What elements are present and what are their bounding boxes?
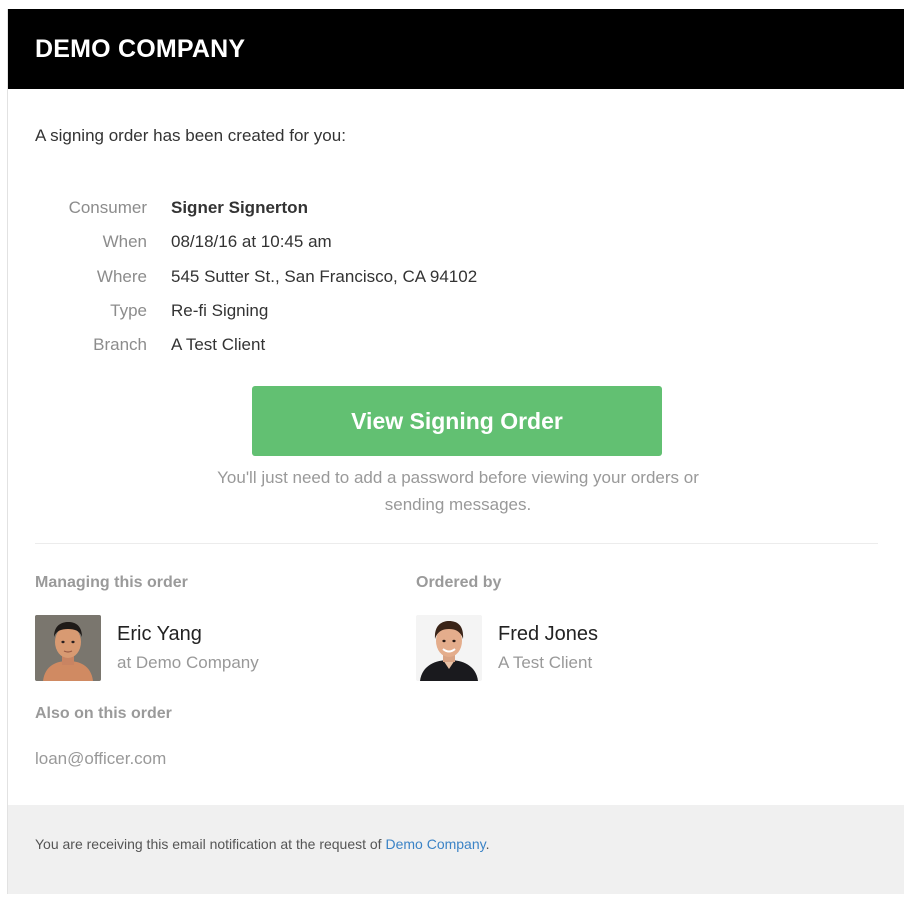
manager-name: Eric Yang bbox=[117, 623, 202, 645]
manager-avatar bbox=[35, 615, 101, 681]
footer-prefix: You are receiving this email notificatio… bbox=[35, 836, 386, 852]
view-signing-order-button[interactable]: View Signing Order bbox=[252, 386, 662, 456]
managing-heading: Managing this order bbox=[35, 574, 188, 591]
detail-label: Type bbox=[110, 301, 147, 321]
detail-value: 08/18/16 at 10:45 am bbox=[171, 232, 332, 252]
orderer-name: Fred Jones bbox=[498, 623, 599, 645]
detail-label: When bbox=[102, 232, 147, 252]
email-card: DEMO COMPANY A signing order has been cr… bbox=[7, 9, 904, 894]
demo-company-link[interactable]: Demo Company bbox=[385, 836, 485, 852]
also-on-order-heading: Also on this order bbox=[35, 705, 172, 722]
detail-row-where: Where 545 Sutter St., San Francisco, CA … bbox=[35, 260, 477, 294]
footer-message: You are receiving this email notificatio… bbox=[35, 836, 489, 852]
detail-row-when: When 08/18/16 at 10:45 am bbox=[35, 225, 477, 259]
ordered-by-heading: Ordered by bbox=[416, 574, 502, 591]
manager-company: at Demo Company bbox=[117, 653, 259, 672]
orderer-company: A Test Client bbox=[498, 653, 593, 672]
orderer-card: Fred Jones A Test Client bbox=[416, 615, 598, 681]
intro-text: A signing order has been created for you… bbox=[35, 126, 346, 145]
email-header: DEMO COMPANY bbox=[8, 9, 904, 89]
detail-value: Signer Signerton bbox=[171, 198, 308, 218]
company-name: DEMO COMPANY bbox=[35, 34, 246, 63]
footer-suffix: . bbox=[485, 836, 490, 852]
detail-value: Re-fi Signing bbox=[171, 301, 269, 321]
email-footer: You are receiving this email notificatio… bbox=[8, 805, 904, 894]
orderer-avatar bbox=[416, 615, 482, 681]
manager-card: Eric Yang at Demo Company bbox=[35, 615, 259, 681]
detail-value: 545 Sutter St., San Francisco, CA 94102 bbox=[171, 266, 478, 286]
detail-row-type: Type Re-fi Signing bbox=[35, 294, 477, 328]
password-note: You'll just need to add a password befor… bbox=[217, 468, 699, 514]
order-details: Consumer Signer Signerton When 08/18/16 … bbox=[35, 191, 478, 362]
detail-label: Where bbox=[96, 266, 147, 286]
detail-value: A Test Client bbox=[171, 335, 266, 355]
also-on-order-email: loan@officer.com bbox=[35, 749, 167, 768]
divider bbox=[35, 543, 878, 544]
detail-row-branch: Branch A Test Client bbox=[35, 328, 477, 362]
detail-label: Branch bbox=[93, 335, 147, 355]
detail-label: Consumer bbox=[68, 198, 147, 218]
detail-row-consumer: Consumer Signer Signerton bbox=[35, 191, 477, 225]
